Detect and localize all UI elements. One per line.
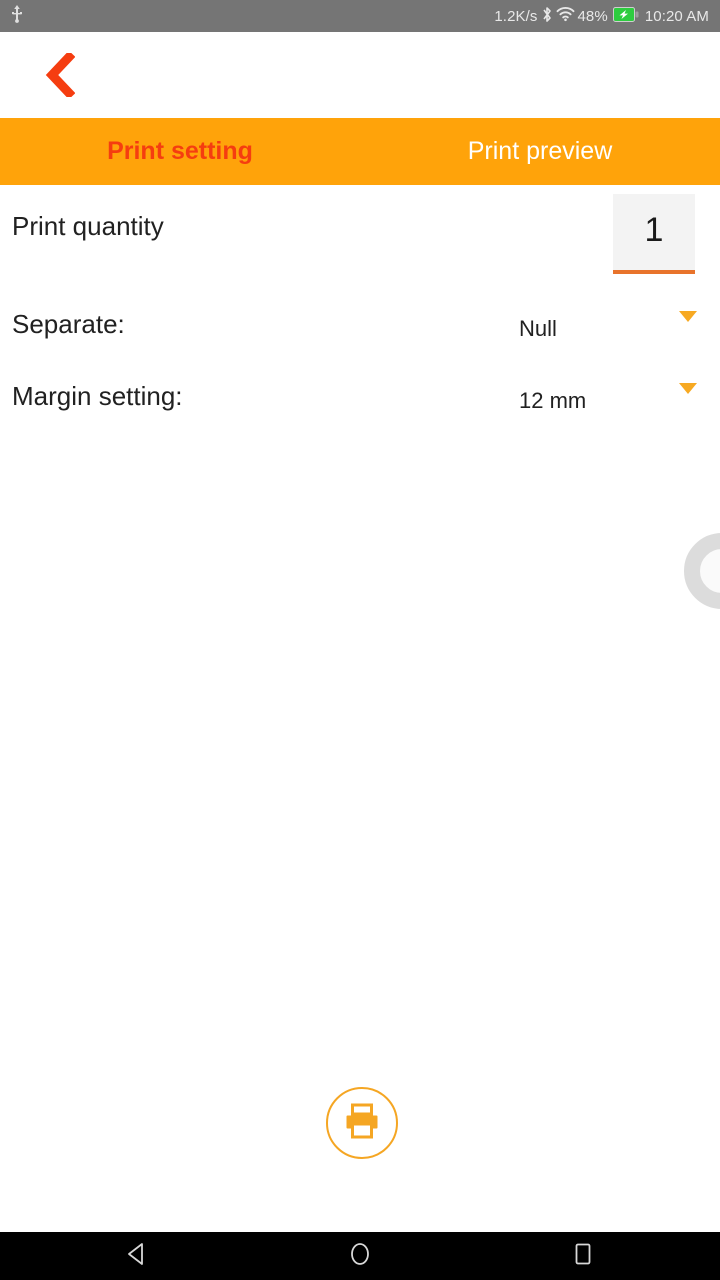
nav-home-button[interactable] — [336, 1232, 384, 1280]
nav-back-button[interactable] — [113, 1232, 161, 1280]
chevron-down-icon[interactable] — [679, 383, 697, 412]
nav-back-triangle-icon — [125, 1241, 149, 1272]
status-bar-left — [10, 4, 24, 28]
margin-setting-value: 12 mm — [519, 388, 587, 413]
tab-print-setting-label: Print setting — [107, 137, 253, 165]
circle-ring-handle-icon[interactable] — [684, 533, 720, 609]
separate-value: Null — [519, 316, 557, 341]
status-bar-right: 1.2K/s 48% 10:20 AM — [494, 5, 709, 28]
battery-percent-text: 48% — [577, 7, 608, 25]
nav-recents-square-icon — [571, 1241, 595, 1272]
tab-print-preview-label: Print preview — [467, 137, 613, 165]
nav-recents-button[interactable] — [559, 1232, 607, 1280]
status-bar: 1.2K/s 48% 10:20 AM — [0, 0, 720, 32]
tab-bar: Print setting Print preview — [0, 118, 720, 185]
usb-icon — [10, 4, 24, 28]
back-button[interactable] — [30, 48, 90, 106]
separate-label: Separate: — [12, 309, 125, 339]
print-quantity-label: Print quantity — [12, 211, 164, 241]
bluetooth-icon — [541, 5, 553, 28]
clock-text: 10:20 AM — [644, 7, 709, 25]
row-margin-setting: Margin setting: 12 mm — [0, 363, 720, 435]
print-quantity-input[interactable]: 1 — [613, 194, 695, 274]
android-nav-bar — [0, 1232, 720, 1280]
wifi-icon — [556, 6, 575, 26]
margin-setting-label: Margin setting: — [12, 381, 183, 411]
row-print-quantity: Print quantity 1 — [0, 185, 720, 291]
printer-icon — [341, 1100, 383, 1147]
chevron-down-icon[interactable] — [679, 311, 697, 340]
tab-print-preview[interactable]: Print preview — [360, 118, 720, 185]
chevron-left-icon — [45, 50, 76, 102]
app-bar — [0, 32, 720, 118]
print-button[interactable] — [326, 1087, 398, 1159]
network-speed-text: 1.2K/s — [494, 7, 538, 25]
tab-print-setting[interactable]: Print setting — [0, 118, 360, 185]
app-screen: 1.2K/s 48% 10:20 AM Print setting Print … — [0, 0, 720, 1280]
row-separate: Separate: Null — [0, 291, 720, 363]
print-quantity-value: 1 — [644, 211, 664, 249]
settings-content: Print quantity 1 Separate: Null Margin s… — [0, 185, 720, 1232]
nav-home-circle-icon — [348, 1241, 372, 1272]
battery-charging-icon — [612, 6, 639, 26]
